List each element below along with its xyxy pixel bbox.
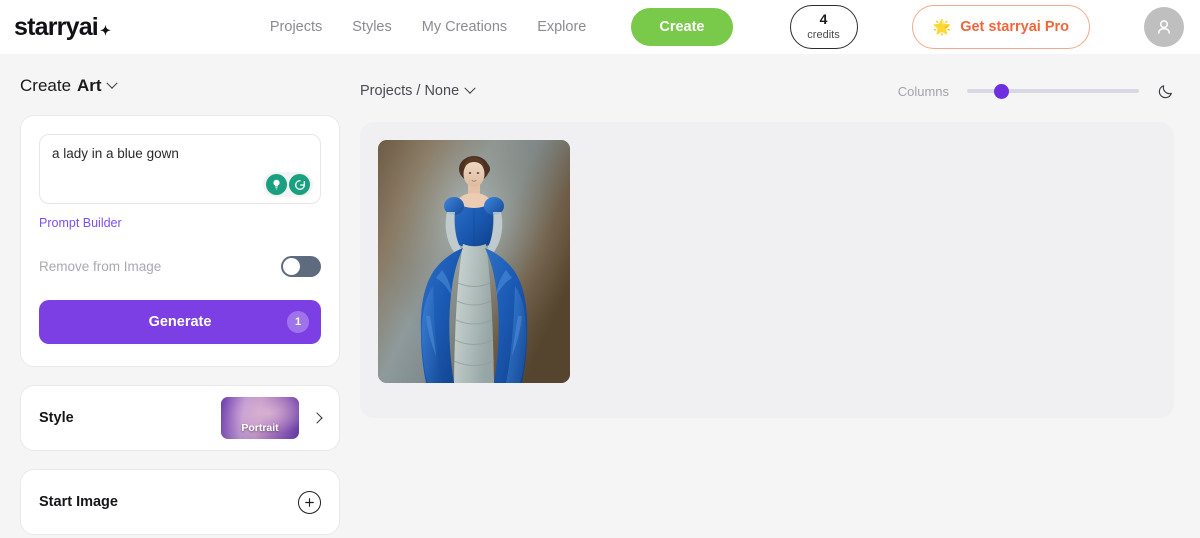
app-logo[interactable]: starryai ✦ (14, 12, 111, 42)
breadcrumb-chevron-down-icon (464, 82, 476, 94)
chevron-down-icon (105, 77, 118, 89)
user-icon (1157, 20, 1171, 34)
plus-circle-icon[interactable] (298, 490, 321, 514)
create-button[interactable]: Create (631, 8, 733, 46)
main-nav: Projects Styles My Creations Explore Cre… (270, 5, 1184, 49)
toggle-knob (283, 258, 300, 275)
prompt-builder-link[interactable]: Prompt Builder (39, 216, 122, 230)
panel-title-prefix: Create (20, 76, 72, 95)
remove-from-image-row: Remove from Image (39, 256, 321, 277)
lightbulb-glyph (273, 179, 280, 190)
gallery-toolbar: Projects / None Columns (360, 76, 1174, 106)
style-label: Style (39, 410, 74, 426)
credits-pill[interactable]: 4 credits (789, 5, 858, 49)
style-row[interactable]: Style Portrait (20, 385, 340, 451)
slider-track (967, 89, 1139, 93)
view-controls: Columns (898, 82, 1174, 100)
chevron-right-icon (311, 412, 323, 424)
columns-slider[interactable] (967, 82, 1139, 100)
start-image-row[interactable]: Start Image (20, 469, 340, 535)
nav-item-my-creations[interactable]: My Creations (422, 19, 507, 35)
nav-item-explore[interactable]: Explore (537, 19, 586, 35)
g-refresh-glyph (294, 179, 305, 190)
star-icon: 🌟 (932, 18, 952, 36)
logo-text: starryai (14, 12, 99, 41)
style-row-right: Portrait (221, 397, 323, 439)
app-body: Create Art a lady in a blue gown Prompt … (0, 54, 1200, 538)
create-sidebar: Create Art a lady in a blue gown Prompt … (0, 54, 360, 538)
prompt-input[interactable]: a lady in a blue gown (39, 134, 321, 204)
remove-from-image-toggle[interactable] (281, 256, 321, 277)
start-image-label: Start Image (39, 494, 118, 510)
style-thumbnail-label: Portrait (241, 422, 279, 434)
style-thumbnail[interactable]: Portrait (221, 397, 299, 439)
credits-label: credits (807, 28, 840, 41)
generated-artwork (378, 140, 570, 383)
panel-title-strong: Art (77, 76, 102, 95)
prompt-tools (263, 172, 313, 197)
gallery-main: Projects / None Columns (360, 54, 1200, 538)
remove-from-image-label: Remove from Image (39, 259, 162, 274)
prompt-card: a lady in a blue gown Prompt Builder Rem… (20, 115, 340, 367)
get-pro-button[interactable]: 🌟 Get starryai Pro (911, 5, 1090, 49)
moon-icon[interactable] (1157, 83, 1174, 100)
generate-label: Generate (148, 314, 212, 330)
breadcrumb[interactable]: Projects / None (360, 82, 476, 99)
gallery-panel (360, 122, 1174, 418)
sparkle-icon: ✦ (99, 22, 111, 38)
breadcrumb-text: Projects / None (360, 83, 460, 99)
prompt-value: a lady in a blue gown (52, 146, 179, 161)
generate-button[interactable]: Generate 1 (39, 300, 321, 344)
slider-thumb[interactable] (994, 84, 1010, 99)
nav-item-styles[interactable]: Styles (352, 19, 392, 35)
credits-count: 4 (819, 11, 828, 28)
avatar[interactable] (1144, 7, 1184, 47)
plus-glyph (305, 497, 314, 507)
lightbulb-icon[interactable] (266, 174, 287, 195)
moon-glyph (1158, 84, 1172, 98)
generate-cost-badge: 1 (287, 311, 309, 333)
g-refresh-icon[interactable] (289, 174, 310, 195)
columns-label: Columns (897, 83, 949, 99)
generated-image-card[interactable] (378, 140, 570, 383)
nav-item-projects[interactable]: Projects (270, 19, 322, 35)
app-header: starryai ✦ Projects Styles My Creations … (0, 0, 1200, 54)
create-art-dropdown[interactable]: Create Art (20, 76, 360, 96)
get-pro-label: Get starryai Pro (960, 19, 1069, 35)
